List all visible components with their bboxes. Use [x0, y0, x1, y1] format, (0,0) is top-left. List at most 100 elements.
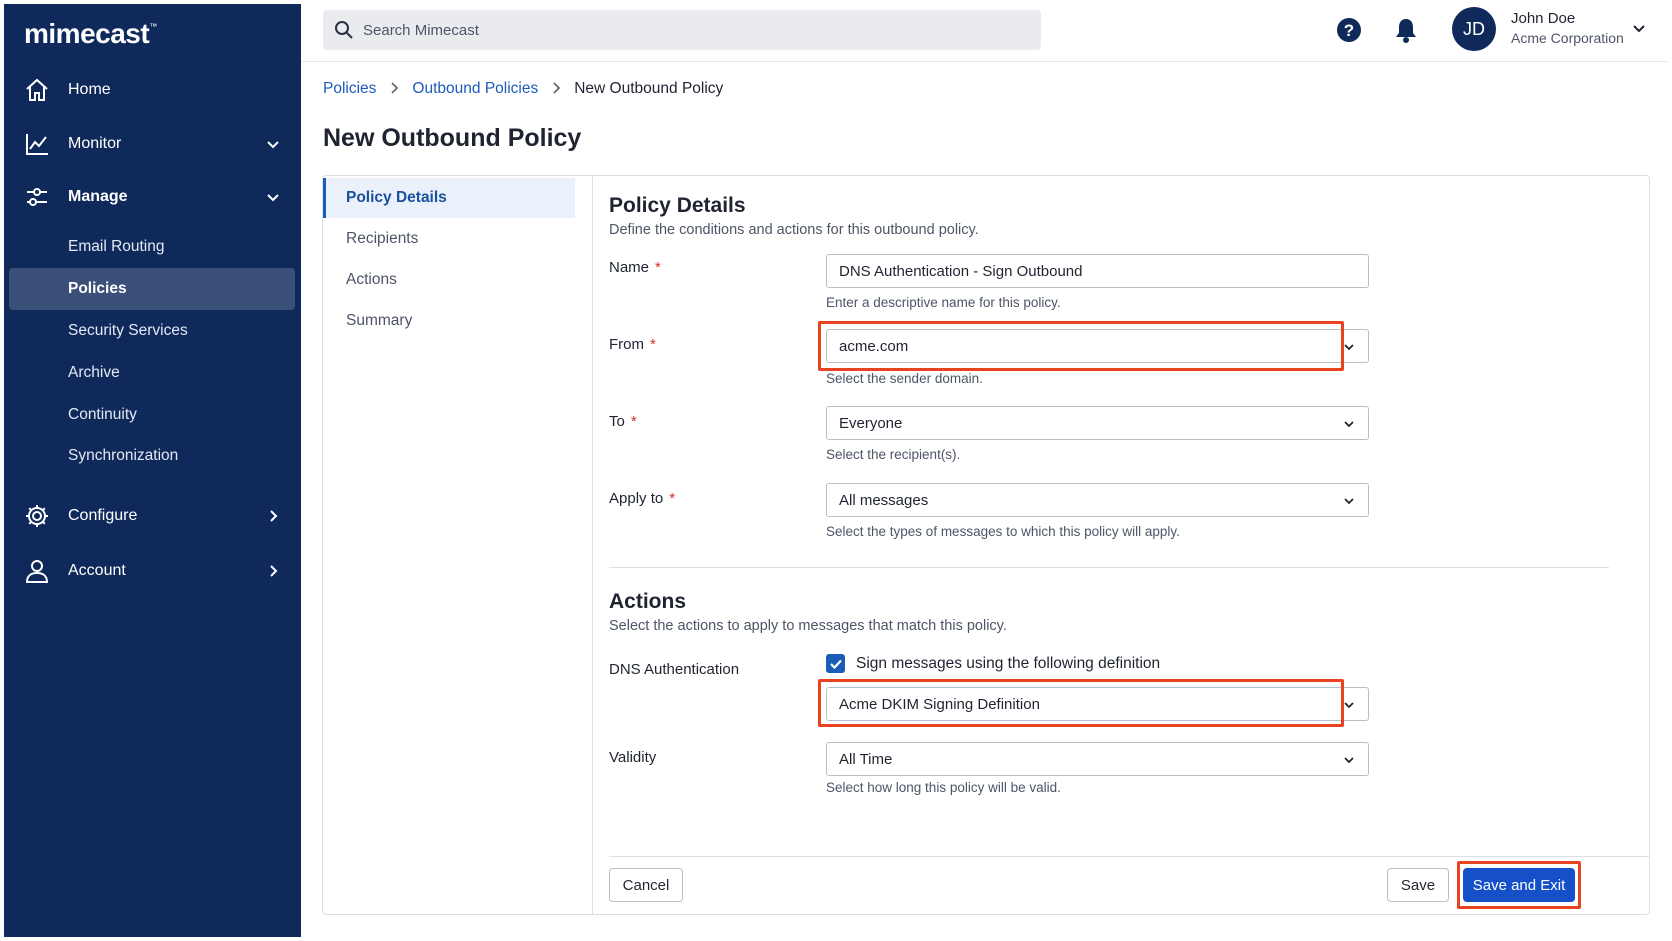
chevron-down-icon: [265, 189, 281, 205]
apply-to-help: Select the types of messages to which th…: [826, 524, 1180, 539]
chevron-down-icon[interactable]: [1631, 20, 1647, 36]
sidebar: mimecast™ Home Monitor Manage Email Rout…: [4, 4, 301, 937]
sidebar-item-label: Manage: [68, 188, 128, 205]
required-marker: *: [650, 336, 656, 353]
cancel-button[interactable]: Cancel: [609, 868, 683, 902]
steps-nav: Policy Details Recipients Actions Summar…: [323, 176, 593, 914]
sign-messages-checkbox-row[interactable]: Sign messages using the following defini…: [826, 654, 1160, 673]
save-and-exit-button[interactable]: Save and Exit: [1463, 868, 1575, 902]
chevron-right-icon: [265, 508, 281, 524]
required-marker: *: [630, 413, 637, 430]
sidebar-item-configure[interactable]: Configure: [4, 494, 301, 538]
dns-authentication-label: DNS Authentication: [609, 661, 740, 678]
section-title-policy-details: Policy Details: [609, 194, 746, 217]
sidebar-item-archive[interactable]: Archive: [9, 352, 295, 394]
validity-select[interactable]: All Time: [826, 742, 1369, 776]
sidebar-item-label: Account: [68, 562, 126, 579]
to-label: To *: [609, 413, 637, 430]
from-select[interactable]: acme.com: [826, 329, 1369, 363]
step-recipients[interactable]: Recipients: [323, 219, 575, 259]
policy-name-input[interactable]: [826, 254, 1369, 288]
sidebar-item-label: Synchronization: [68, 447, 179, 464]
validity-value: All Time: [839, 750, 893, 768]
sidebar-item-home[interactable]: Home: [4, 68, 301, 112]
user-organization: Acme Corporation: [1511, 30, 1624, 46]
sidebar-item-label: Home: [68, 81, 111, 98]
sidebar-item-label: Monitor: [68, 135, 122, 152]
step-summary[interactable]: Summary: [323, 301, 575, 341]
name-help: Enter a descriptive name for this policy…: [826, 295, 1061, 310]
save-button[interactable]: Save: [1387, 868, 1449, 902]
policy-form: Policy Details Define the conditions and…: [609, 176, 1649, 914]
sign-messages-label: Sign messages using the following defini…: [856, 654, 1161, 672]
to-help: Select the recipient(s).: [826, 447, 961, 462]
from-select-value: acme.com: [839, 337, 909, 355]
sidebar-item-synchronization[interactable]: Synchronization: [9, 435, 295, 477]
sidebar-item-label: Email Routing: [68, 238, 165, 255]
svg-text:?: ?: [1344, 21, 1354, 40]
user-icon: [22, 556, 52, 586]
bell-icon[interactable]: [1393, 16, 1419, 44]
page-title: New Outbound Policy: [323, 124, 582, 152]
section-divider: [609, 567, 1609, 568]
chevron-down-icon: [265, 136, 281, 152]
search-box[interactable]: [323, 10, 1041, 50]
section-description: Select the actions to apply to messages …: [609, 618, 1007, 634]
required-marker: *: [655, 259, 661, 276]
form-footer: Cancel Save Save and Exit: [609, 856, 1649, 914]
step-actions[interactable]: Actions: [323, 260, 575, 300]
step-label: Recipients: [346, 230, 419, 247]
step-label: Policy Details: [346, 189, 447, 206]
sliders-icon: [22, 182, 52, 212]
top-bar: ? JD John Doe Acme Corporation: [301, 4, 1668, 62]
dkim-definition-value: Acme DKIM Signing Definition: [839, 695, 1040, 713]
sidebar-item-account[interactable]: Account: [4, 549, 301, 593]
chevron-down-icon: [1342, 494, 1356, 508]
sidebar-item-continuity[interactable]: Continuity: [9, 394, 295, 436]
sidebar-item-monitor[interactable]: Monitor: [4, 122, 301, 166]
required-marker: *: [669, 490, 676, 507]
chevron-right-icon: [265, 563, 281, 579]
apply-to-select[interactable]: All messages: [826, 483, 1369, 517]
mimecast-logo[interactable]: mimecast™: [24, 18, 157, 50]
step-policy-details[interactable]: Policy Details: [323, 178, 575, 218]
breadcrumb-link-outbound-policies[interactable]: Outbound Policies: [412, 80, 538, 98]
sidebar-item-security-services[interactable]: Security Services: [9, 310, 295, 352]
chevron-down-icon: [1342, 753, 1356, 767]
chevron-down-icon: [1342, 417, 1356, 431]
from-help: Select the sender domain.: [826, 371, 983, 386]
chart-icon: [22, 129, 52, 159]
validity-label: Validity: [609, 749, 657, 766]
sidebar-item-policies[interactable]: Policies: [9, 268, 295, 310]
sign-messages-checkbox[interactable]: [826, 654, 845, 673]
to-select-value: Everyone: [839, 414, 903, 432]
apply-to-label: Apply to *: [609, 490, 676, 507]
policy-form-card: Policy Details Recipients Actions Summar…: [322, 175, 1650, 915]
sidebar-item-email-routing[interactable]: Email Routing: [9, 226, 295, 268]
chevron-right-icon: [389, 81, 399, 97]
sidebar-item-label: Continuity: [68, 406, 137, 423]
search-icon: [333, 19, 355, 41]
sidebar-item-manage[interactable]: Manage: [4, 175, 301, 219]
help-icon[interactable]: ?: [1335, 16, 1363, 44]
search-input[interactable]: [363, 21, 963, 39]
user-name[interactable]: John Doe: [1511, 10, 1575, 27]
dkim-definition-select[interactable]: Acme DKIM Signing Definition: [826, 687, 1369, 721]
avatar[interactable]: JD: [1452, 7, 1496, 51]
step-label: Actions: [346, 271, 397, 288]
gear-icon: [22, 501, 52, 531]
chevron-down-icon: [1342, 340, 1356, 354]
home-icon: [22, 75, 52, 105]
chevron-down-icon: [1342, 698, 1356, 712]
section-title-actions: Actions: [609, 590, 687, 613]
breadcrumb-link-policies[interactable]: Policies: [323, 80, 376, 98]
to-select[interactable]: Everyone: [826, 406, 1369, 440]
breadcrumb: Policies Outbound Policies New Outbound …: [323, 80, 723, 98]
section-description: Define the conditions and actions for th…: [609, 222, 979, 238]
sidebar-item-label: Archive: [68, 364, 120, 381]
from-label: From *: [609, 336, 656, 353]
check-icon: [829, 659, 842, 669]
name-label: Name *: [609, 259, 661, 276]
chevron-right-icon: [551, 81, 561, 97]
apply-to-select-value: All messages: [839, 491, 929, 509]
